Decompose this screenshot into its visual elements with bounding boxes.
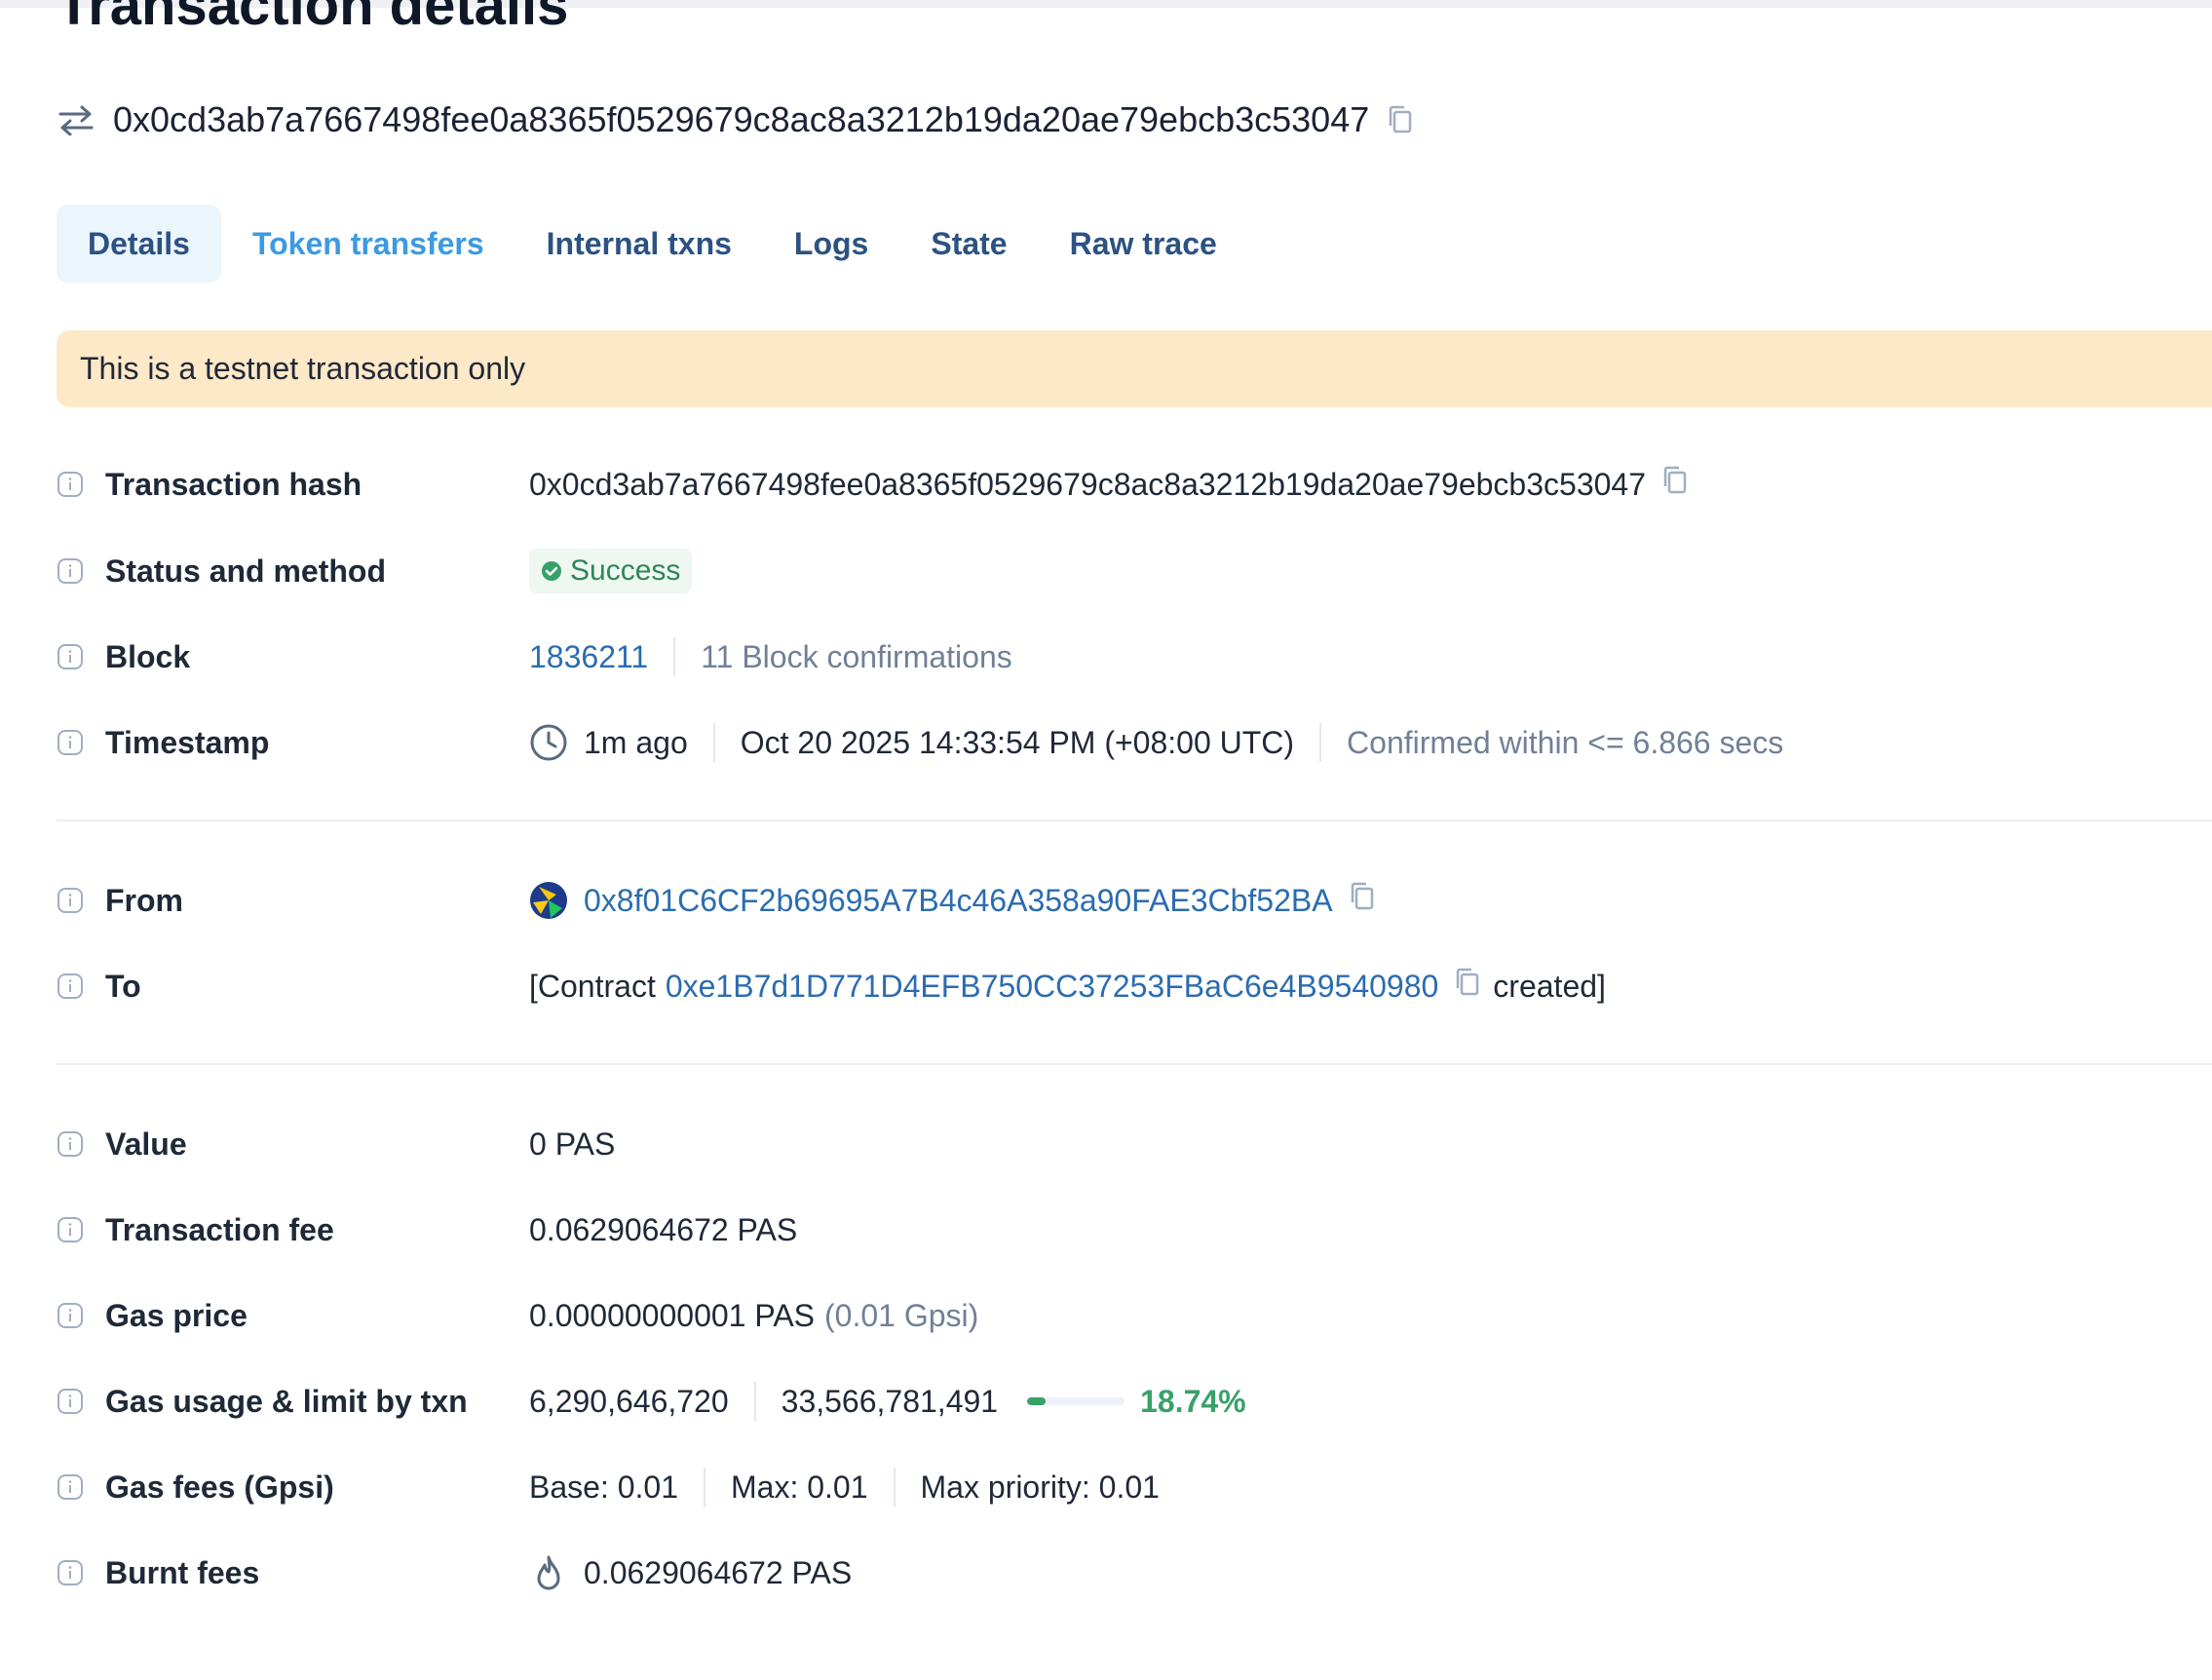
- confirmation-duration: Confirmed within <= 6.866 secs: [1347, 724, 1784, 760]
- info-icon[interactable]: [57, 729, 84, 756]
- gas-fee-max-priority: Max priority: 0.01: [920, 1469, 1160, 1505]
- copy-icon[interactable]: [1349, 881, 1376, 920]
- info-icon[interactable]: [57, 557, 84, 585]
- status-badge: Success: [529, 549, 693, 593]
- page-title: Transaction details: [57, 0, 569, 37]
- swap-arrows-icon: [57, 104, 95, 135]
- row-gas-price: Gas price 0.00000000001 PAS (0.01 Gpsi): [57, 1287, 2212, 1344]
- timestamp-absolute: Oct 20 2025 14:33:54 PM (+08:00 UTC): [740, 724, 1295, 760]
- info-icon[interactable]: [57, 643, 84, 670]
- row-gas-fees: Gas fees (Gpsi) Base: 0.01 Max: 0.01 Max…: [57, 1459, 2212, 1515]
- tab-bar: Details Token transfers Internal txns Lo…: [57, 205, 1248, 283]
- info-icon[interactable]: [57, 1302, 84, 1329]
- tab-token-transfers[interactable]: Token transfers: [221, 205, 515, 283]
- section-divider: [57, 820, 2212, 821]
- tab-raw-trace[interactable]: Raw trace: [1039, 205, 1248, 283]
- info-icon[interactable]: [57, 1130, 84, 1158]
- label-to: To: [105, 968, 141, 1004]
- row-timestamp: Timestamp 1m ago Oct 20 2025 14:33:54 PM…: [57, 714, 2212, 771]
- tab-state[interactable]: State: [899, 205, 1038, 283]
- gas-price-value: 0.00000000001 PAS: [529, 1297, 815, 1333]
- row-transaction-hash: Transaction hash 0x0cd3ab7a7667498fee0a8…: [57, 456, 2212, 513]
- transaction-fee-value: 0.0629064672 PAS: [529, 1211, 798, 1247]
- row-status: Status and method Success: [57, 543, 2212, 599]
- label-transaction-hash: Transaction hash: [105, 466, 362, 502]
- burnt-fees-value: 0.0629064672 PAS: [584, 1554, 853, 1590]
- separator: [704, 1468, 706, 1507]
- gas-price-gpsi: (0.01 Gpsi): [824, 1297, 979, 1333]
- tab-logs[interactable]: Logs: [763, 205, 899, 283]
- label-gas-fees: Gas fees (Gpsi): [105, 1469, 334, 1505]
- transaction-hash-title[interactable]: 0x0cd3ab7a7667498fee0a8365f0529679c8ac8a…: [113, 99, 1369, 140]
- label-transaction-fee: Transaction fee: [105, 1211, 334, 1247]
- gas-usage-percent: 18.74%: [1140, 1383, 1246, 1419]
- gas-limit: 33,566,781,491: [781, 1383, 999, 1419]
- label-value: Value: [105, 1126, 187, 1162]
- label-from: From: [105, 882, 183, 918]
- info-icon[interactable]: [57, 1559, 84, 1586]
- tab-details[interactable]: Details: [57, 205, 221, 283]
- label-gas-usage: Gas usage & limit by txn: [105, 1383, 468, 1419]
- copy-icon[interactable]: [1661, 465, 1689, 504]
- gas-used: 6,290,646,720: [529, 1383, 729, 1419]
- row-value: Value 0 PAS: [57, 1116, 2212, 1172]
- gas-fee-max: Max: 0.01: [731, 1469, 868, 1505]
- status-text: Success: [570, 554, 681, 587]
- copy-icon[interactable]: [1454, 967, 1481, 1006]
- tab-internal-txns[interactable]: Internal txns: [515, 205, 763, 283]
- label-gas-price: Gas price: [105, 1297, 248, 1333]
- timestamp-relative: 1m ago: [584, 724, 688, 760]
- row-transaction-fee: Transaction fee 0.0629064672 PAS: [57, 1202, 2212, 1258]
- block-confirmations: 11 Block confirmations: [701, 638, 1012, 674]
- separator: [893, 1468, 896, 1507]
- separator: [753, 1382, 756, 1421]
- row-block: Block 1836211 11 Block confirmations: [57, 629, 2212, 685]
- separator: [673, 637, 676, 676]
- from-address-link[interactable]: 0x8f01C6CF2b69695A7B4c46A358a90FAE3Cbf52…: [584, 883, 1333, 919]
- transaction-hash-value: 0x0cd3ab7a7667498fee0a8365f0529679c8ac8a…: [529, 466, 1646, 502]
- gas-usage-progress-bar: [1027, 1397, 1125, 1405]
- testnet-banner: This is a testnet transaction only: [57, 330, 2212, 407]
- transaction-hash-header: 0x0cd3ab7a7667498fee0a8365f0529679c8ac8a…: [57, 95, 1414, 144]
- block-number-link[interactable]: 1836211: [529, 639, 648, 675]
- info-icon[interactable]: [57, 1473, 84, 1501]
- info-icon[interactable]: [57, 1388, 84, 1415]
- label-timestamp: Timestamp: [105, 724, 270, 760]
- gas-fee-base: Base: 0.01: [529, 1469, 678, 1505]
- row-burnt-fees: Burnt fees 0.0629064672 PAS: [57, 1545, 2212, 1601]
- gas-usage-progress-fill: [1027, 1397, 1046, 1405]
- address-avatar: [530, 882, 567, 919]
- to-suffix: created]: [1493, 968, 1606, 1004]
- info-icon[interactable]: [57, 973, 84, 1000]
- row-to: To [Contract 0xe1B7d1D771D4EFB750CC37253…: [57, 958, 2212, 1014]
- info-icon[interactable]: [57, 887, 84, 914]
- separator: [712, 723, 715, 762]
- section-divider: [57, 1063, 2212, 1065]
- row-from: From 0x8f01C6CF2b69695A7B4c46A358a90FAE3…: [57, 872, 2212, 929]
- separator: [1319, 723, 1322, 762]
- info-icon[interactable]: [57, 471, 84, 498]
- copy-icon[interactable]: [1387, 104, 1414, 135]
- clock-icon: [530, 724, 567, 761]
- check-circle-icon: [542, 561, 561, 581]
- label-burnt-fees: Burnt fees: [105, 1554, 260, 1590]
- info-icon[interactable]: [57, 1216, 84, 1243]
- label-block: Block: [105, 638, 191, 674]
- row-gas-usage: Gas usage & limit by txn 6,290,646,720 3…: [57, 1373, 2212, 1430]
- value-amount: 0 PAS: [529, 1126, 616, 1162]
- to-prefix: [Contract: [529, 968, 656, 1004]
- fire-icon: [537, 1555, 560, 1590]
- label-status: Status and method: [105, 553, 387, 589]
- contract-address-link[interactable]: 0xe1B7d1D771D4EFB750CC37253FBaC6e4B95409…: [666, 969, 1438, 1005]
